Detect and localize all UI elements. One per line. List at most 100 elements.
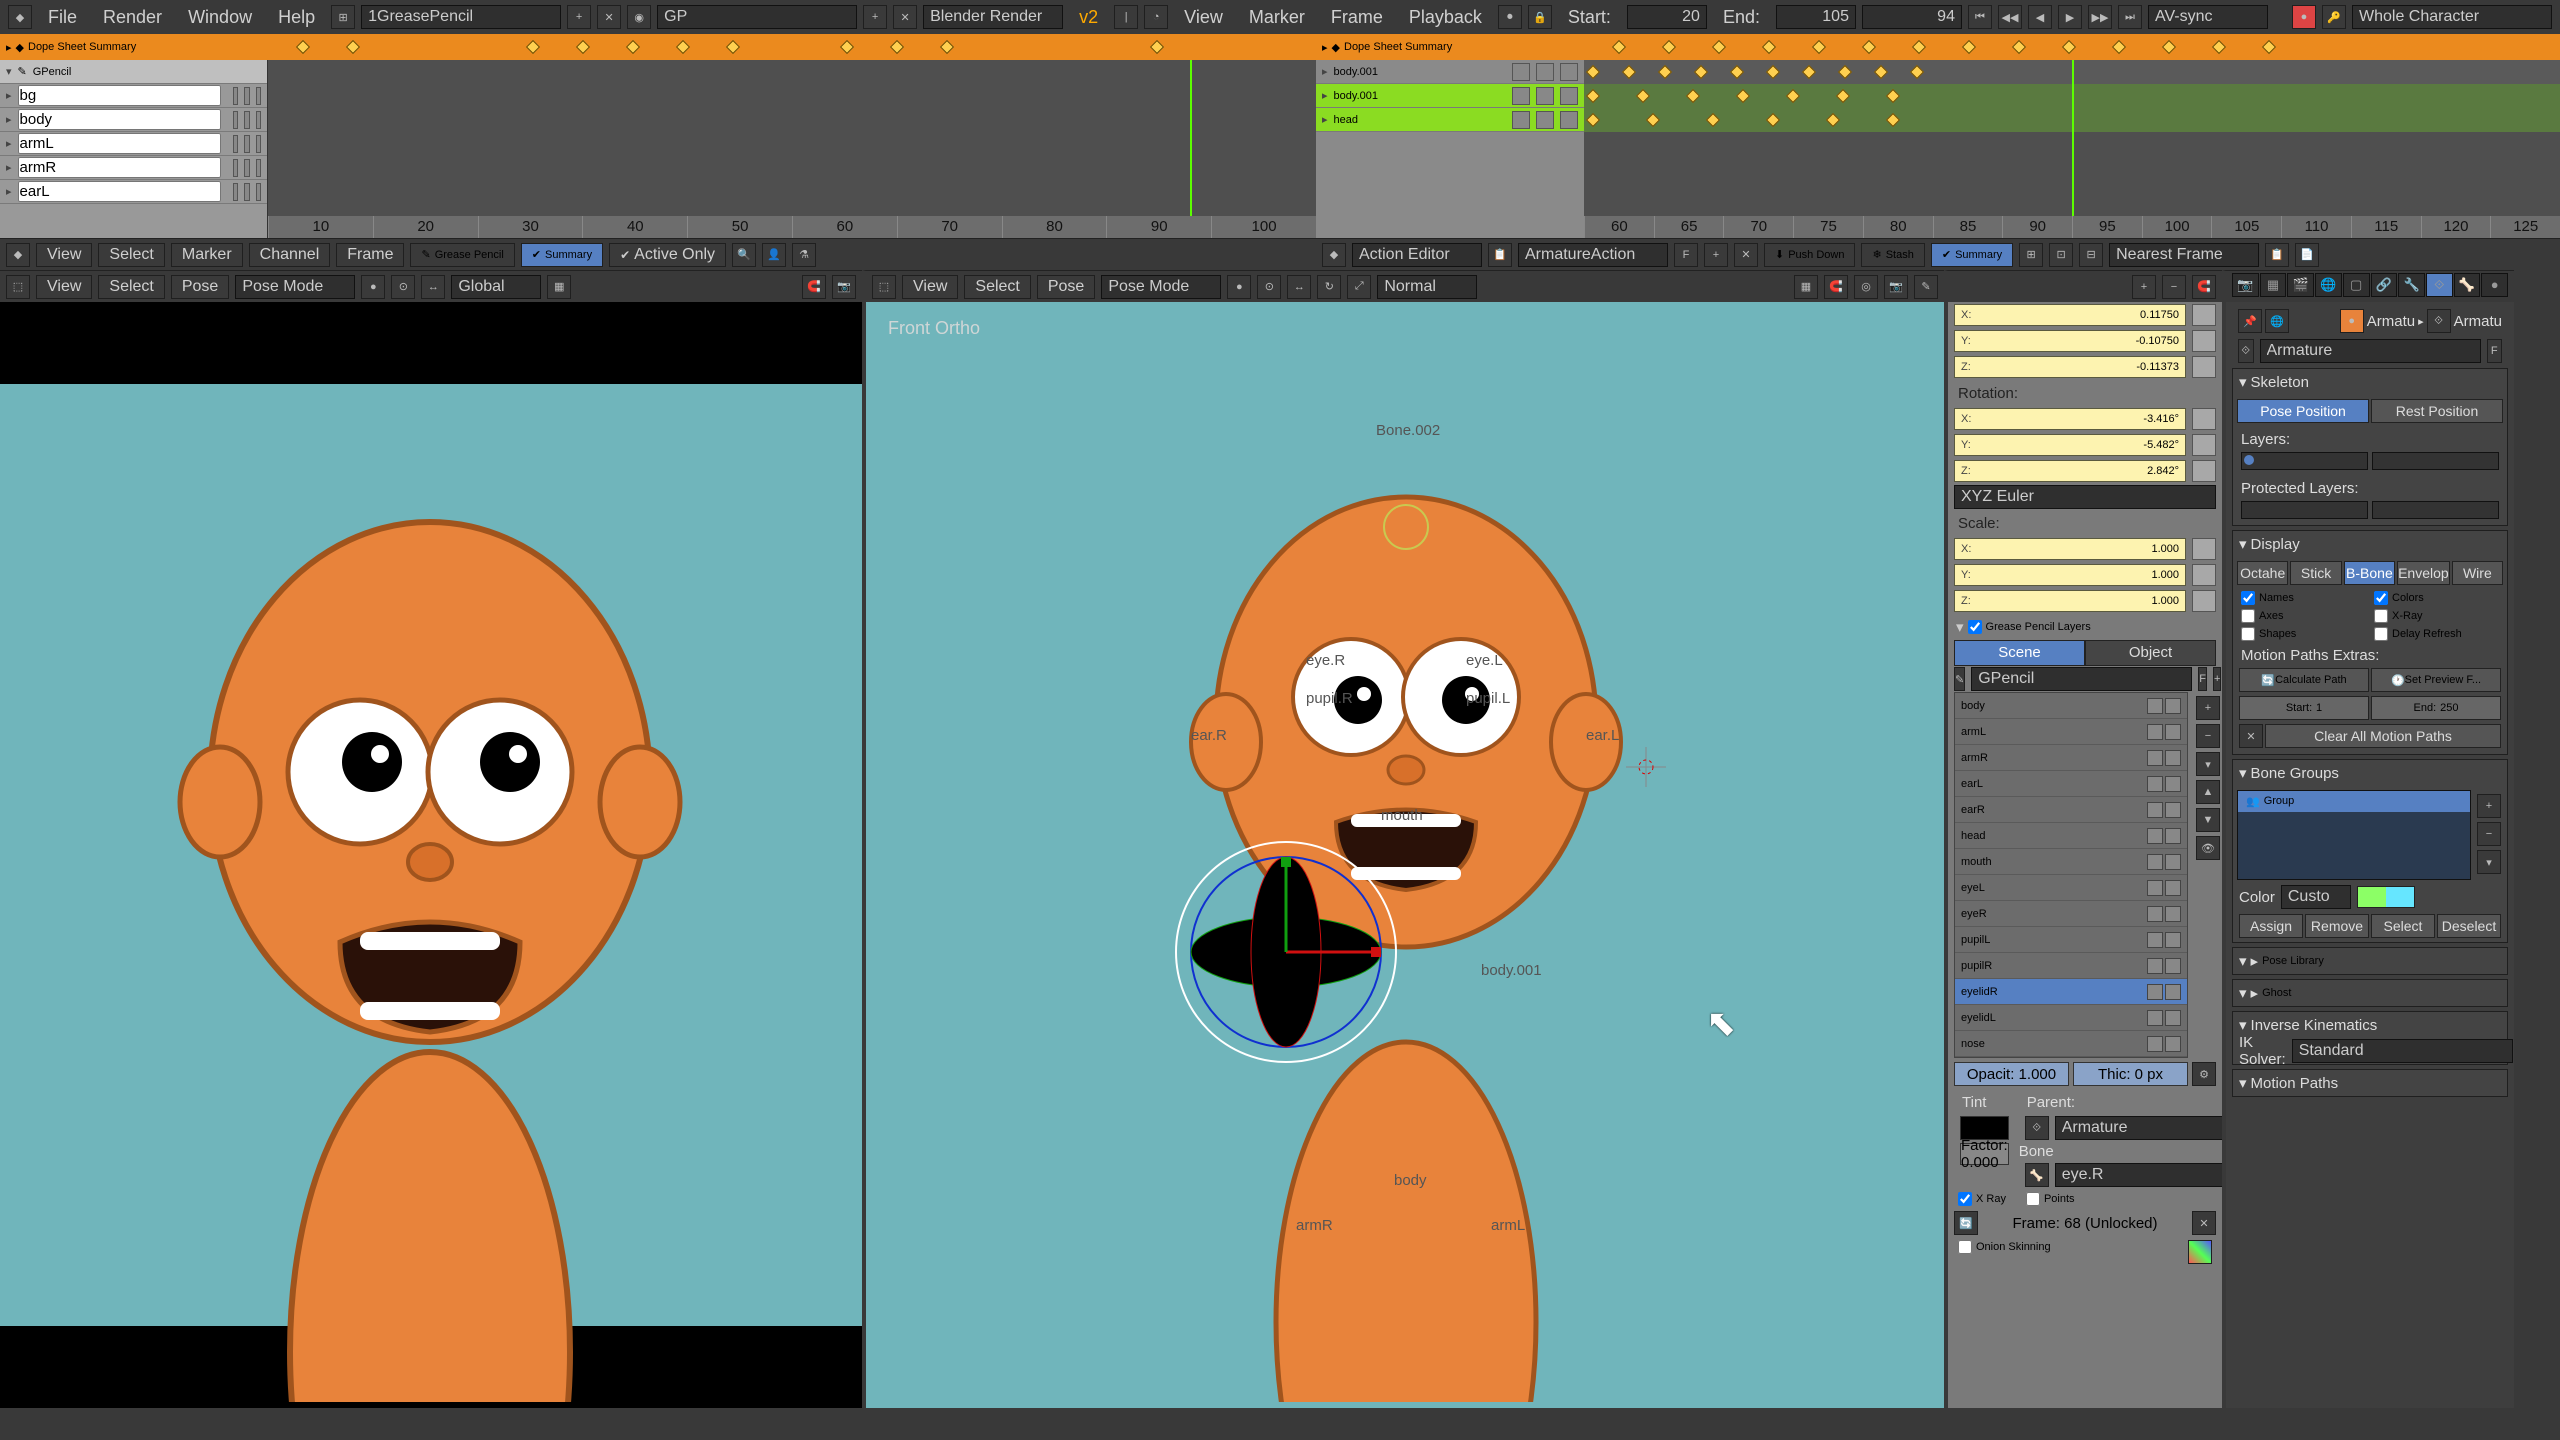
channel-armR[interactable]: ▸: [0, 156, 267, 180]
layout-selector[interactable]: [361, 5, 561, 29]
fake-user-icon[interactable]: F: [2487, 339, 2503, 363]
plus-icon[interactable]: +: [2132, 275, 2156, 299]
select-menu[interactable]: Select: [964, 275, 1030, 299]
search-icon[interactable]: 🔍: [732, 243, 756, 267]
points-check[interactable]: Points: [2026, 1192, 2075, 1206]
rest-position-btn[interactable]: Rest Position: [2371, 399, 2503, 423]
layer-menu-icon[interactable]: ▾: [2196, 752, 2220, 776]
filter3-icon[interactable]: ⊟: [2079, 243, 2103, 267]
blender-icon[interactable]: ◆: [8, 5, 32, 29]
onion-colors-icon[interactable]: [2188, 1240, 2212, 1264]
pencil-icon[interactable]: ✎: [1954, 667, 1965, 691]
onion-check[interactable]: Onion Skinning: [1958, 1240, 2051, 1254]
tab-object[interactable]: Object: [2085, 640, 2216, 666]
new-action-icon[interactable]: +: [1704, 243, 1728, 267]
layer-row[interactable]: eyelidL: [1955, 1005, 2187, 1031]
play-rev-icon[interactable]: ◀: [2028, 5, 2052, 29]
minus-icon[interactable]: −: [2162, 275, 2186, 299]
track-body001[interactable]: ▸body.001: [1316, 60, 1584, 84]
record-icon[interactable]: ⏺: [1498, 5, 1522, 29]
render-engine[interactable]: [923, 5, 1063, 29]
rot-y[interactable]: Y:-5.482°: [1954, 434, 2186, 456]
gpencil-icon[interactable]: ✎: [1914, 275, 1938, 299]
names-check[interactable]: Names: [2241, 591, 2366, 605]
colors-check[interactable]: Colors: [2374, 591, 2499, 605]
bone-group-list[interactable]: 👥Group: [2237, 790, 2471, 880]
disp-wire[interactable]: Wire: [2452, 561, 2503, 585]
next-key-icon[interactable]: ▶▶: [2088, 5, 2112, 29]
push-down-button[interactable]: ⬇Push Down: [1764, 243, 1855, 267]
channel-earL[interactable]: ▸: [0, 180, 267, 204]
layers-icon[interactable]: ▦: [547, 275, 571, 299]
editor-type-icon[interactable]: ◆: [1322, 243, 1346, 267]
tl-view[interactable]: View: [1174, 7, 1233, 28]
layer-row[interactable]: armL: [1955, 719, 2187, 745]
layer-row[interactable]: body: [1955, 693, 2187, 719]
summary-toggle[interactable]: ✔Summary: [1931, 243, 2013, 267]
mp-start[interactable]: Start: 1: [2239, 696, 2369, 720]
viewport-left[interactable]: [0, 302, 862, 1408]
keying-set[interactable]: [2352, 5, 2552, 29]
select-menu[interactable]: Select: [98, 243, 164, 267]
armature-layers-2[interactable]: [2372, 452, 2499, 470]
options-icon[interactable]: ⚙: [2192, 1062, 2216, 1086]
gp-mode[interactable]: ✎Grease Pencil: [410, 243, 514, 267]
ghost-header[interactable]: ▸ Ghost: [2233, 980, 2507, 1006]
end-frame[interactable]: [1776, 5, 1856, 29]
prop-edit-icon[interactable]: ◎: [1854, 275, 1878, 299]
ghost-icon[interactable]: 👤: [762, 243, 786, 267]
summary-keys[interactable]: [278, 34, 1310, 60]
parent-armature[interactable]: [2055, 1116, 2222, 1140]
shading-icon[interactable]: ●: [361, 275, 385, 299]
tl-marker[interactable]: Marker: [1239, 7, 1315, 28]
manip-rot-icon[interactable]: ↻: [1317, 275, 1341, 299]
clear-icon[interactable]: ✕: [2239, 724, 2263, 748]
layer-row[interactable]: head: [1955, 823, 2187, 849]
display-header[interactable]: Display: [2233, 531, 2507, 557]
gp-scope-tabs[interactable]: Scene Object: [1954, 640, 2216, 666]
timeline-area-right[interactable]: 94 6065 7075 8085 9095 100105 110115 120…: [1584, 60, 2560, 238]
pose-menu[interactable]: Pose: [171, 275, 229, 299]
group-add-icon[interactable]: +: [2477, 794, 2501, 818]
rotation-manipulator[interactable]: [1166, 832, 1406, 1072]
viewport-right[interactable]: Front Ortho: [862, 302, 1944, 1408]
mode-selector[interactable]: [1101, 275, 1221, 299]
key-icon[interactable]: 🔑: [2322, 5, 2346, 29]
prev-key-icon[interactable]: ◀◀: [1998, 5, 2022, 29]
layer-isolate-icon[interactable]: 👁: [2196, 836, 2220, 860]
autokey-icon[interactable]: ●: [2292, 5, 2316, 29]
layer-row[interactable]: eyeR: [1955, 901, 2187, 927]
layer-row[interactable]: eyeL: [1955, 875, 2187, 901]
vis-icon[interactable]: [233, 87, 238, 105]
layer-up-icon[interactable]: ▲: [2196, 780, 2220, 804]
manipulator-icon[interactable]: ↔: [421, 275, 445, 299]
tint-factor[interactable]: Factor: 0.000: [1960, 1143, 2009, 1165]
channel-menu[interactable]: Channel: [249, 243, 331, 267]
scene-selector[interactable]: [657, 5, 857, 29]
fake-user-icon[interactable]: F: [2198, 667, 2207, 691]
layer-row[interactable]: nose: [1955, 1031, 2187, 1057]
channel-gpencil[interactable]: ▾✎ GPencil: [0, 60, 267, 84]
play-icon[interactable]: ▶: [2058, 5, 2082, 29]
disp-stick[interactable]: Stick: [2290, 561, 2341, 585]
render-icon[interactable]: 📷: [832, 275, 856, 299]
scene-icon[interactable]: ◉: [627, 5, 651, 29]
loc-x[interactable]: X:0.11750: [1954, 304, 2186, 326]
disp-bbone[interactable]: B-Bone: [2344, 561, 2395, 585]
frame-menu[interactable]: Frame: [336, 243, 404, 267]
jump-start-icon[interactable]: ⏮: [1968, 5, 1992, 29]
pose-position-btn[interactable]: Pose Position: [2237, 399, 2369, 423]
gp-layers-header[interactable]: Grease Pencil Layers: [1948, 614, 2222, 640]
view-menu[interactable]: View: [36, 275, 92, 299]
loc-y[interactable]: Y:-0.10750: [1954, 330, 2186, 352]
screenlayout-icon[interactable]: ⊞: [331, 5, 355, 29]
armature-icon[interactable]: ⟐: [2238, 339, 2254, 363]
tab-scene[interactable]: Scene: [1954, 640, 2085, 666]
editor-type-icon[interactable]: ◆: [6, 243, 30, 267]
menu-help[interactable]: Help: [268, 7, 325, 28]
filter-icon[interactable]: ⚗: [792, 243, 816, 267]
layer-remove-icon[interactable]: −: [2196, 724, 2220, 748]
ik-solver[interactable]: [2292, 1039, 2513, 1063]
filter1-icon[interactable]: ⊞: [2019, 243, 2043, 267]
breadcrumb-armature[interactable]: Armatu: [2367, 313, 2415, 330]
